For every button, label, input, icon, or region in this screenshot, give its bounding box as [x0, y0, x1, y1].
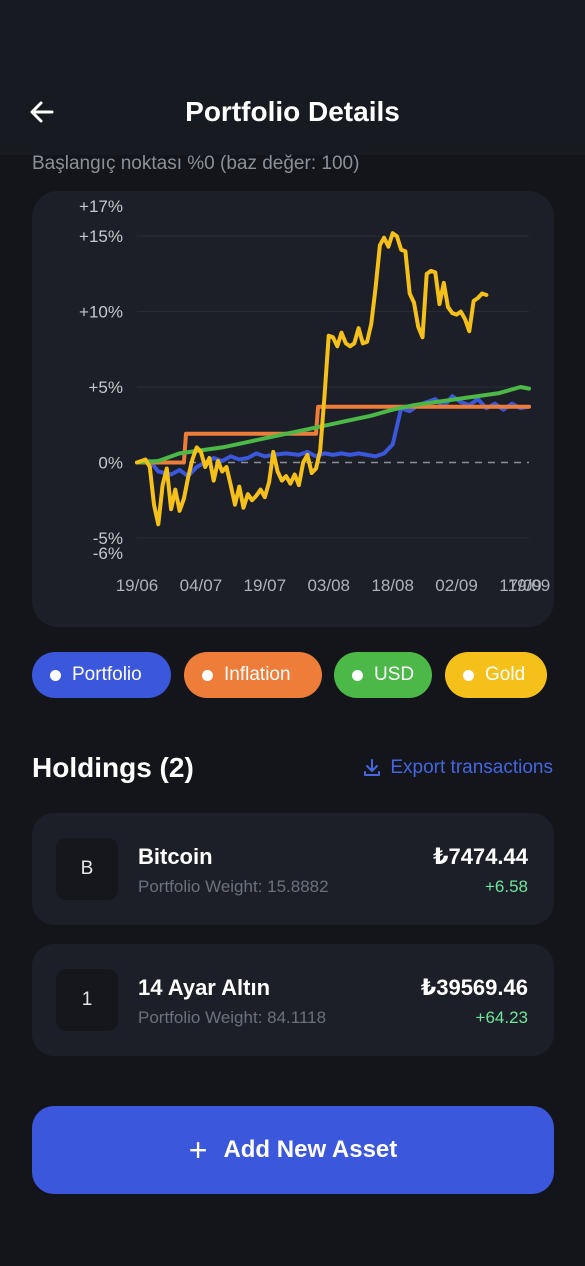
- asset-value: ₺39569.46: [420, 975, 528, 1000]
- y-tick-label: +17%: [79, 197, 123, 216]
- portfolio-weight: Portfolio Weight: 84.1118: [138, 1008, 327, 1027]
- chart-subtitle: Başlangıç noktası %0 (baz değer: 100): [32, 153, 360, 174]
- asset-change: +64.23: [475, 1008, 528, 1027]
- add-button-label: Add New Asset: [223, 1136, 398, 1163]
- legend-dot-icon: [202, 669, 213, 681]
- legend-chip-usd[interactable]: USD: [334, 652, 432, 698]
- y-tick-label: +15%: [79, 227, 123, 246]
- series-line-gold: [135, 231, 489, 527]
- legend-chip-portfolio[interactable]: Portfolio: [32, 652, 171, 698]
- legend-dot-icon: [352, 669, 363, 681]
- asset-value: ₺7474.44: [433, 844, 528, 869]
- add-new-asset-button[interactable]: + Add New Asset: [32, 1106, 554, 1194]
- legend-label: USD: [374, 664, 415, 685]
- y-tick-label: +10%: [79, 303, 123, 322]
- portfolio-weight: Portfolio Weight: 15.8882: [138, 877, 329, 896]
- x-tick-label: 19/07: [244, 576, 287, 595]
- holding-card-14-ayar-altin[interactable]: 1 14 Ayar Altın Portfolio Weight: 84.111…: [32, 944, 554, 1056]
- asset-avatar: 1: [56, 969, 118, 1031]
- x-tick-label: 19/09: [508, 576, 551, 595]
- legend-label: Portfolio: [72, 664, 142, 685]
- x-tick-label: 19/06: [116, 576, 159, 595]
- holdings-title: Holdings (2): [32, 752, 194, 783]
- export-label: Export transactions: [390, 757, 553, 778]
- legend-dot-icon: [463, 669, 474, 681]
- asset-name: 14 Ayar Altın: [138, 975, 271, 1000]
- x-tick-label: 04/07: [180, 576, 223, 595]
- legend-chip-inflation[interactable]: Inflation: [184, 652, 322, 698]
- x-tick-label: 18/08: [371, 576, 414, 595]
- chart-svg: +17%+15%+10%+5%0%-5%-6%19/06 04/07 19/07 03…: [79, 197, 551, 595]
- legend-chip-gold[interactable]: Gold: [445, 652, 547, 698]
- y-tick-label: 0%: [98, 453, 123, 472]
- export-transactions-link[interactable]: Export transactions: [362, 757, 553, 779]
- asset-change: +6.58: [484, 877, 528, 896]
- asset-name: Bitcoin: [138, 844, 213, 869]
- plus-icon: +: [188, 1132, 208, 1168]
- legend-label: Inflation: [224, 664, 291, 685]
- y-tick-label: -6%: [93, 544, 123, 563]
- asset-avatar: B: [56, 838, 118, 900]
- performance-chart: +17% +15% +10% +5% 0% -5% -6% 19/06 04/07 19/07 03…: [32, 191, 554, 627]
- y-tick-label: +5%: [89, 378, 124, 397]
- legend-label: Gold: [485, 664, 526, 685]
- x-tick-label: 02/09: [435, 576, 478, 595]
- page-title: Portfolio Details: [185, 96, 400, 127]
- legend-dot-icon: [50, 669, 61, 681]
- chart-legend: Portfolio Inflation USD Gold: [32, 652, 554, 698]
- holding-card-bitcoin[interactable]: B Bitcoin Portfolio Weight: 15.8882 ₺747…: [32, 813, 554, 925]
- x-tick-label: 03/08: [307, 576, 350, 595]
- header-bar: Portfolio Details: [0, 0, 585, 155]
- download-icon: [364, 759, 381, 776]
